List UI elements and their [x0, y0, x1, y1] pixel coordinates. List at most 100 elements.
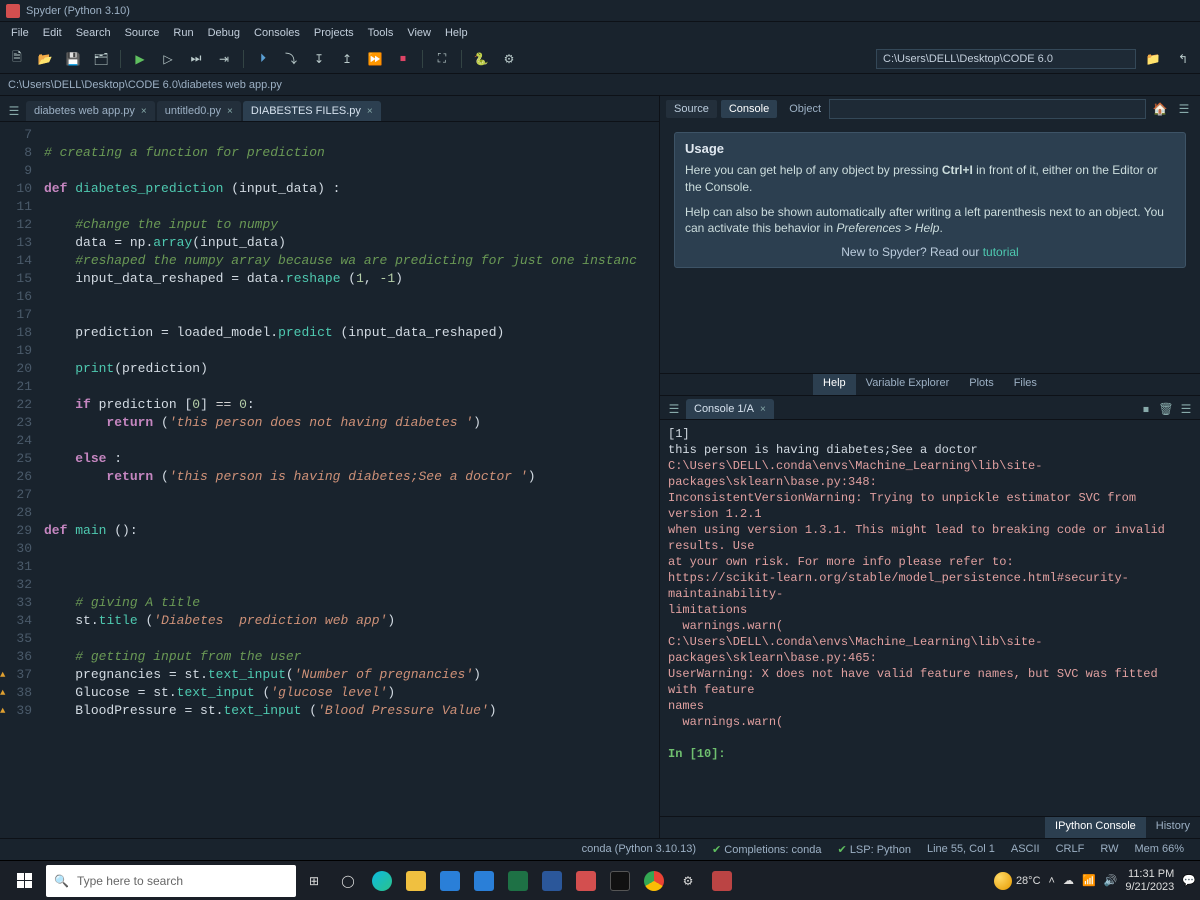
statusbar: conda (Python 3.10.13) ✔ Completions: co… — [0, 838, 1200, 860]
weather-temp: 28°C — [1016, 875, 1041, 887]
help-source-tab[interactable]: Source — [666, 100, 717, 118]
menu-projects[interactable]: Projects — [307, 25, 361, 41]
menu-run[interactable]: Run — [166, 25, 200, 41]
close-icon[interactable]: × — [760, 404, 766, 415]
code-editor[interactable]: 7891011121314151617181920212223242526272… — [0, 122, 659, 838]
status-lsp: ✔ LSP: Python — [830, 843, 919, 856]
weather-widget[interactable]: 28°C — [994, 872, 1041, 890]
menu-file[interactable]: File — [4, 25, 36, 41]
task-view-icon[interactable]: ⊞ — [298, 865, 330, 897]
bottom-tab-plots[interactable]: Plots — [959, 374, 1003, 395]
help-console-tab[interactable]: Console — [721, 100, 777, 118]
debug-icon[interactable]: ⏵ — [250, 47, 276, 71]
menu-consoles[interactable]: Consoles — [247, 25, 307, 41]
help-home-icon[interactable]: 🏠 — [1150, 99, 1170, 119]
bottom-tab-variable-explorer[interactable]: Variable Explorer — [856, 374, 960, 395]
close-icon[interactable]: × — [367, 106, 373, 117]
settings-icon[interactable]: ⚙ — [672, 865, 704, 897]
menubar: File Edit Search Source Run Debug Consol… — [0, 22, 1200, 44]
taskbar-search[interactable]: 🔍 Type here to search — [46, 865, 296, 897]
close-icon[interactable]: × — [227, 106, 233, 117]
preferences-icon[interactable]: ⚙ — [496, 47, 522, 71]
cmd-icon[interactable] — [604, 865, 636, 897]
status-cursor-pos: Line 55, Col 1 — [919, 843, 1003, 856]
start-button[interactable] — [4, 865, 44, 897]
console-clear-icon[interactable]: 🗑 — [1156, 399, 1176, 419]
console-options-icon[interactable]: ☰ — [1176, 399, 1196, 419]
clock[interactable]: 11:31 PM 9/21/2023 — [1125, 868, 1174, 894]
bottom-tab-help[interactable]: Help — [813, 374, 856, 395]
excel-icon[interactable] — [502, 865, 534, 897]
status-eol: CRLF — [1048, 843, 1093, 856]
app-icon[interactable] — [706, 865, 738, 897]
titlebar: Spyder (Python 3.10) — [0, 0, 1200, 22]
cortana-icon[interactable]: ◯ — [332, 865, 364, 897]
run-cell-advance-icon[interactable]: ⏭ — [183, 47, 209, 71]
spyder-taskbar-icon[interactable] — [570, 865, 602, 897]
help-options-icon[interactable]: ☰ — [1174, 99, 1194, 119]
help-bottom-tabs: Help Variable Explorer Plots Files — [660, 373, 1200, 395]
tutorial-link[interactable]: tutorial — [983, 245, 1019, 259]
tab-diabetes-web-app[interactable]: diabetes web app.py× — [26, 101, 155, 121]
tab-untitled0[interactable]: untitled0.py× — [157, 101, 241, 121]
console-tab[interactable]: Console 1/A× — [686, 399, 774, 419]
parent-dir-icon[interactable]: ↰ — [1170, 47, 1196, 71]
run-icon[interactable]: ▶ — [127, 47, 153, 71]
save-all-icon[interactable]: 🗂 — [88, 47, 114, 71]
close-icon[interactable]: × — [141, 106, 147, 117]
file-path-bar: C:\Users\DELL\Desktop\CODE 6.0\diabetes … — [0, 74, 1200, 96]
browse-dir-icon[interactable]: 📁 — [1140, 47, 1166, 71]
notifications-icon[interactable]: 💬 — [1182, 874, 1196, 887]
weather-icon — [994, 872, 1012, 890]
debug-step-into-icon[interactable]: ↧ — [306, 47, 332, 71]
history-tab[interactable]: History — [1146, 817, 1200, 838]
debug-continue-icon[interactable]: ⏩ — [362, 47, 388, 71]
status-completions: ✔ Completions: conda — [704, 843, 830, 856]
run-cell-icon[interactable]: ▷ — [155, 47, 181, 71]
app-title: Spyder (Python 3.10) — [26, 5, 130, 17]
console-tab-list-icon[interactable]: ☰ — [664, 399, 684, 419]
menu-source[interactable]: Source — [118, 25, 167, 41]
console-pane: ☰ Console 1/A× ⏹ 🗑 ☰ [1]this person is h… — [660, 396, 1200, 838]
maximize-pane-icon[interactable]: ⛶ — [429, 47, 455, 71]
windows-taskbar: 🔍 Type here to search ⊞ ◯ ⚙ 28°C ˄ ☁ 📶 🔊… — [0, 860, 1200, 900]
menu-search[interactable]: Search — [69, 25, 118, 41]
help-pane: Source Console Object 🏠 ☰ Usage Here you… — [660, 96, 1200, 396]
word-icon[interactable] — [536, 865, 568, 897]
python-path-icon[interactable]: 🐍 — [468, 47, 494, 71]
mail-icon[interactable] — [468, 865, 500, 897]
file-explorer-icon[interactable] — [400, 865, 432, 897]
tab-list-icon[interactable]: ☰ — [4, 101, 24, 121]
menu-tools[interactable]: Tools — [361, 25, 401, 41]
tab-diabestes-files[interactable]: DIABESTES FILES.py× — [243, 101, 381, 121]
help-usage-box: Usage Here you can get help of any objec… — [674, 132, 1186, 268]
menu-debug[interactable]: Debug — [201, 25, 247, 41]
toolbar: 🗎 📂 💾 🗂 ▶ ▷ ⏭ ⇥ ⏵ ⤵ ↧ ↥ ⏩ ⏹ ⛶ 🐍 ⚙ 📁 ↰ — [0, 44, 1200, 74]
edge-icon[interactable] — [366, 865, 398, 897]
console-output[interactable]: [1]this person is having diabetes;See a … — [660, 420, 1200, 816]
debug-step-icon[interactable]: ⤵ — [278, 47, 304, 71]
chrome-icon[interactable] — [638, 865, 670, 897]
help-object-input[interactable] — [829, 99, 1146, 119]
status-encoding: ASCII — [1003, 843, 1048, 856]
tray-volume-icon[interactable]: 🔊 — [1104, 874, 1118, 887]
ipython-console-tab[interactable]: IPython Console — [1045, 817, 1146, 838]
debug-stop-icon[interactable]: ⏹ — [390, 47, 416, 71]
menu-view[interactable]: View — [400, 25, 438, 41]
store-icon[interactable] — [434, 865, 466, 897]
open-file-icon[interactable]: 📂 — [32, 47, 58, 71]
cwd-input[interactable] — [876, 49, 1136, 69]
run-selection-icon[interactable]: ⇥ — [211, 47, 237, 71]
tray-wifi-icon[interactable]: 📶 — [1082, 874, 1096, 887]
menu-edit[interactable]: Edit — [36, 25, 69, 41]
tray-chevron-icon[interactable]: ˄ — [1049, 875, 1055, 887]
debug-step-out-icon[interactable]: ↥ — [334, 47, 360, 71]
save-icon[interactable]: 💾 — [60, 47, 86, 71]
menu-help[interactable]: Help — [438, 25, 475, 41]
tray-cloud-icon[interactable]: ☁ — [1063, 874, 1074, 887]
status-env[interactable]: conda (Python 3.10.13) — [574, 843, 704, 856]
console-interrupt-icon[interactable]: ⏹ — [1136, 399, 1156, 419]
bottom-tab-files[interactable]: Files — [1004, 374, 1047, 395]
spyder-icon — [6, 4, 20, 18]
new-file-icon[interactable]: 🗎 — [4, 47, 30, 71]
